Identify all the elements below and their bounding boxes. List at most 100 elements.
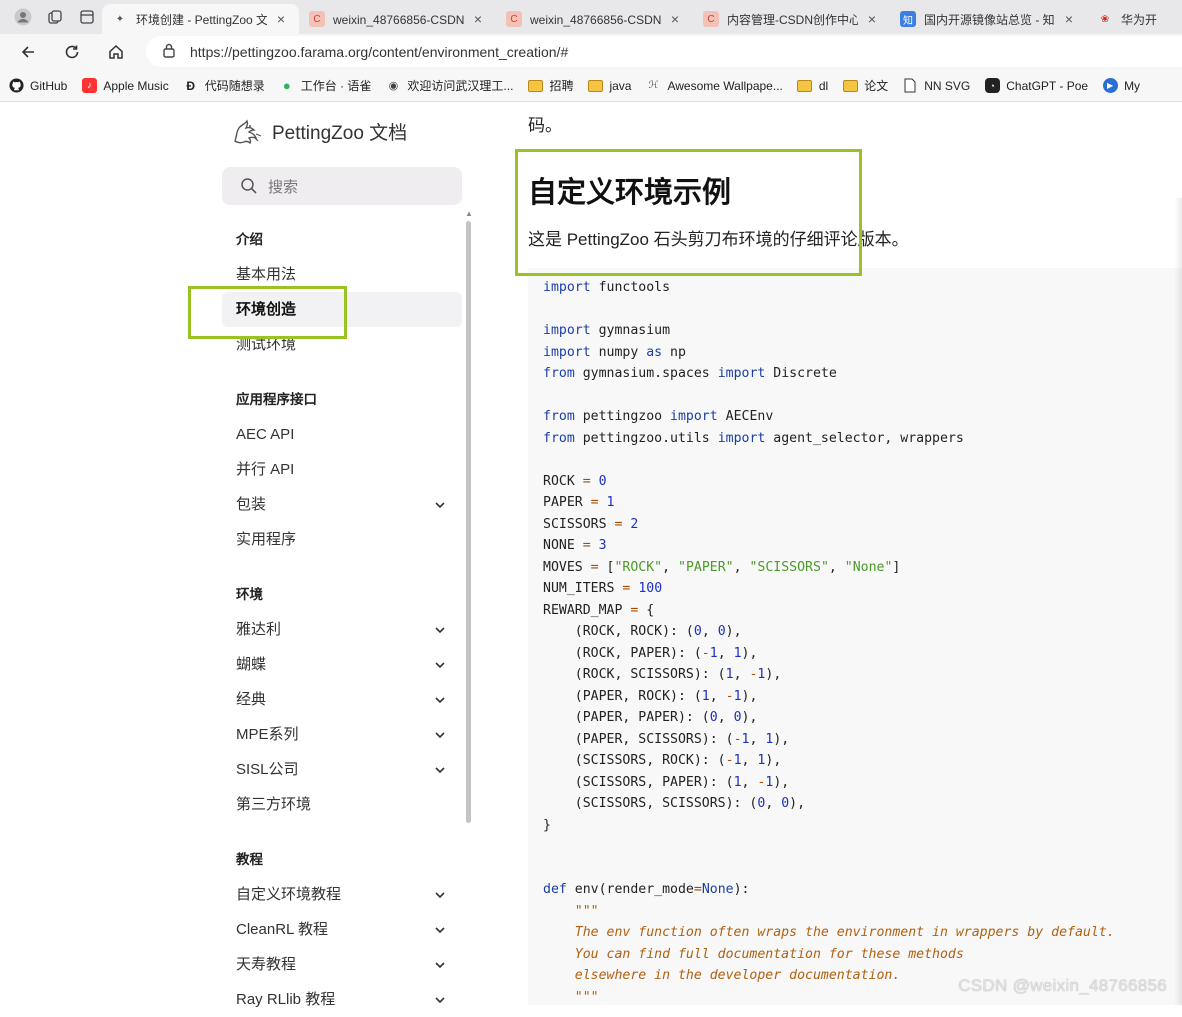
bookmark-item[interactable]: ◉欢迎访问武汉理工... (385, 77, 513, 94)
code-line: (SCISSORS, SCISSORS): (0, 0), (543, 793, 1115, 815)
code-token: """ (543, 990, 599, 1005)
code-token: - (702, 646, 710, 661)
nav-item[interactable]: 蝴蝶 (222, 647, 462, 682)
bookmark-item[interactable]: Ð代码随想录 (183, 77, 265, 94)
profile-icon[interactable] (8, 3, 38, 31)
code-token: functools (591, 280, 670, 295)
browser-tab[interactable]: Cweixin_48766856-CSDN博× (496, 4, 693, 34)
search-input[interactable]: 搜索 (222, 167, 462, 205)
code-token: "None" (845, 560, 893, 575)
code-token: , (749, 732, 765, 747)
bookmark-item[interactable]: ◔ChatGPT - Poe (984, 78, 1088, 94)
close-tab-icon[interactable]: × (864, 11, 880, 27)
chevron-down-icon[interactable] (434, 499, 446, 511)
bookmark-item[interactable]: ℋAwesome Wallpape... (645, 78, 782, 94)
code-line: The env function often wraps the environ… (543, 922, 1115, 944)
lock-icon[interactable] (162, 42, 176, 61)
nav-item[interactable]: SISL公司 (222, 752, 462, 787)
browser-tab[interactable]: 知国内开源镜像站总览 - 知× (890, 4, 1087, 34)
nav-item[interactable]: 包装 (222, 487, 462, 522)
bookmark-item[interactable]: ●工作台 · 语雀 (279, 77, 372, 94)
address-bar[interactable]: https://pettingzoo.farama.org/content/en… (146, 36, 1182, 67)
code-token: 1 (702, 689, 710, 704)
nav-item[interactable]: MPE系列 (222, 717, 462, 752)
chevron-down-icon[interactable] (434, 889, 446, 901)
code-token: = (583, 538, 591, 553)
bookmark-item[interactable]: ♪Apple Music (81, 78, 168, 94)
chevron-down-icon[interactable] (434, 959, 446, 971)
browser-tab[interactable]: ✦环境创建 - PettingZoo 文× (102, 4, 299, 34)
nav-item[interactable]: 并行 API (222, 452, 462, 487)
code-token: import (543, 345, 591, 360)
code-token: 0 (599, 474, 607, 489)
nav-item[interactable]: 第三方环境 (222, 787, 462, 822)
reload-icon[interactable] (50, 36, 94, 68)
code-token: agent_selector, wrappers (765, 431, 964, 446)
code-content[interactable]: import functoolsimport gymnasiumimport n… (543, 277, 1115, 1005)
code-line: (PAPER, PAPER): (0, 0), (543, 707, 1115, 729)
browser-tab[interactable]: C内容管理-CSDN创作中心× (693, 4, 890, 34)
chevron-down-icon[interactable] (434, 924, 446, 936)
sidebar-scrollbar[interactable] (466, 221, 471, 823)
nav-item[interactable]: Ray RLlib 教程 (222, 982, 462, 1017)
nav-item[interactable]: 实用程序 (222, 522, 462, 557)
bookmark-item[interactable]: NN SVG (902, 78, 970, 94)
code-line: } (543, 815, 1115, 837)
nav-item[interactable]: 天寿教程 (222, 947, 462, 982)
nav-item-label: 基本用法 (236, 266, 296, 283)
close-tab-icon[interactable]: × (470, 11, 486, 27)
nav-item[interactable]: 雅达利 (222, 612, 462, 647)
back-icon[interactable] (6, 36, 50, 68)
code-token: from (543, 431, 575, 446)
browser-tab[interactable]: ❀华为开 (1087, 4, 1167, 34)
chevron-down-icon[interactable] (434, 994, 446, 1006)
code-line: from gymnasium.spaces import Discrete (543, 363, 1115, 385)
code-token: (PAPER, ROCK): ( (543, 689, 702, 704)
code-token: ] (892, 560, 900, 575)
code-token: = (591, 560, 599, 575)
code-line: (SCISSORS, ROCK): (-1, 1), (543, 750, 1115, 772)
code-token: gymnasium (591, 323, 670, 338)
code-token: Discrete (765, 366, 836, 381)
bookmark-item[interactable]: java (587, 78, 631, 94)
sidebar-nav: 介绍基本用法环境创造测试环境应用程序接口AEC API并行 API包装实用程序环… (222, 229, 462, 1017)
tab-actions-icon[interactable] (72, 3, 102, 31)
chevron-down-icon[interactable] (434, 729, 446, 741)
bookmark-item[interactable]: 论文 (842, 77, 888, 94)
bookmark-item[interactable]: 招聘 (527, 77, 573, 94)
nav-item[interactable]: 自定义环境教程 (222, 877, 462, 912)
url-text: https://pettingzoo.farama.org/content/en… (190, 44, 568, 60)
nav-item[interactable]: 测试环境 (222, 327, 462, 362)
code-line: import functools (543, 277, 1115, 299)
nav-item[interactable]: CleanRL 教程 (222, 912, 462, 947)
bookmark-item[interactable]: ▶My (1102, 78, 1140, 94)
docs-sidebar: PettingZoo 文档 搜索 ▲ 介绍基本用法环境创造测试环境应用程序接口A… (0, 103, 475, 1005)
brand-link[interactable]: PettingZoo 文档 (230, 115, 407, 147)
close-tab-icon[interactable]: × (273, 11, 289, 27)
chevron-down-icon[interactable] (434, 659, 446, 671)
nav-item[interactable]: 经典 (222, 682, 462, 717)
workspaces-icon[interactable] (40, 3, 70, 31)
code-token: ), (765, 667, 781, 682)
code-line: NUM_ITERS = 100 (543, 578, 1115, 600)
right-edge-shadow (1174, 198, 1182, 1005)
nav-item[interactable]: 基本用法 (222, 257, 462, 292)
scroll-up-icon[interactable]: ▲ (465, 209, 473, 218)
close-tab-icon[interactable]: × (667, 11, 683, 27)
close-tab-icon[interactable]: × (1061, 11, 1077, 27)
nav-item[interactable]: 环境创造 (222, 292, 462, 327)
chevron-down-icon[interactable] (434, 624, 446, 636)
bookmark-item[interactable]: dl (797, 78, 828, 94)
bookmark-label: 论文 (864, 77, 888, 94)
browser-tab[interactable]: Cweixin_48766856-CSDN博× (299, 4, 496, 34)
code-token: def (543, 882, 567, 897)
chevron-down-icon[interactable] (434, 694, 446, 706)
bookmark-item[interactable]: GitHub (8, 78, 67, 94)
search-icon (240, 177, 258, 195)
code-token: = (694, 882, 702, 897)
nav-item[interactable]: AEC API (222, 417, 462, 452)
home-icon[interactable] (94, 36, 138, 68)
main-content: 码。 自定义环境示例 这是 PettingZoo 石头剪刀布环境的仔细评论版本。… (475, 103, 1182, 1005)
code-token: 1 (734, 689, 742, 704)
chevron-down-icon[interactable] (434, 764, 446, 776)
